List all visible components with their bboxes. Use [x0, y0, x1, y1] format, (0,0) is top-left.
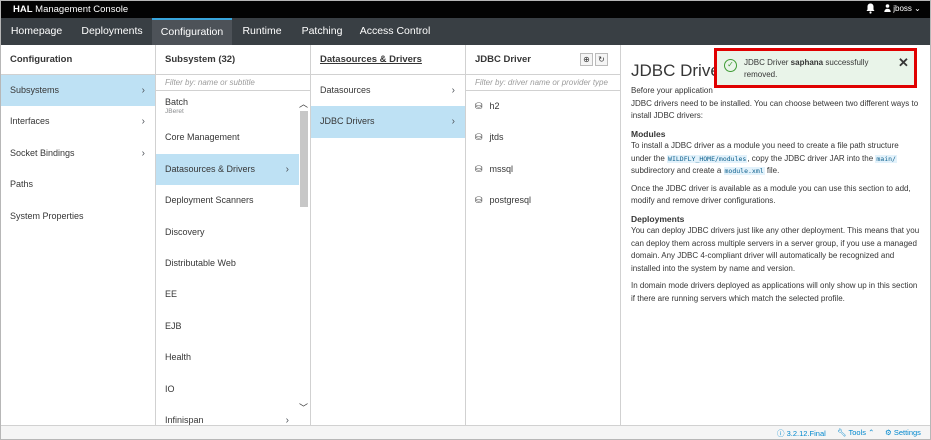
subsystem-column: Subsystem (32) Filter by: name or subtit…: [156, 45, 311, 425]
datasources-column-title[interactable]: Datasources & Drivers: [311, 45, 465, 75]
config-item-paths[interactable]: Paths: [1, 169, 155, 200]
cubes-icon: ⛁: [475, 163, 483, 174]
tab-deployments[interactable]: Deployments: [72, 18, 152, 45]
chevron-right-icon: ›: [285, 163, 289, 175]
modules-heading: Modules: [631, 128, 666, 139]
refresh-button[interactable]: ↻: [595, 53, 608, 66]
bell-icon[interactable]: [866, 3, 876, 15]
main-nav: Homepage Deployments Configuration Runti…: [1, 18, 930, 45]
code-main-dir: main/: [875, 154, 897, 163]
subsystem-item-subtitle: JBeret: [165, 108, 184, 115]
chevron-right-icon: ›: [141, 147, 145, 159]
subsystem-filter-input[interactable]: Filter by: name or subtitle: [156, 75, 310, 91]
datasources-column: Datasources & Drivers Datasources › JDBC …: [311, 45, 466, 425]
scrollbar-thumb[interactable]: [300, 111, 308, 207]
deployments-heading: Deployments: [631, 213, 685, 224]
subsystem-item-distributable-web[interactable]: Distributable Web: [156, 248, 299, 279]
jdbc-filter-input[interactable]: Filter by: driver name or provider type: [466, 75, 620, 91]
chevron-right-icon: ›: [451, 116, 455, 128]
jdbc-driver-item[interactable]: ⛁ mssql: [466, 154, 620, 185]
description-panel: JDBC Drivers Before your application JDBC…: [621, 45, 930, 425]
add-driver-button[interactable]: ⊕: [580, 53, 593, 66]
tab-configuration[interactable]: Configuration: [152, 18, 232, 45]
top-bar: HAL Management Console jboss ⌄: [1, 1, 930, 18]
plus-circle-icon: ⊕: [583, 55, 590, 64]
cubes-icon: ⛁: [475, 132, 483, 143]
subsystem-item-infinispan[interactable]: Infinispan ›: [156, 405, 299, 425]
deployments-paragraph: You can deploy JDBC drivers just like an…: [631, 226, 920, 273]
description-intro: Before your application JDBC drivers need…: [631, 86, 919, 120]
subsystem-item-deployment-scanners[interactable]: Deployment Scanners: [156, 185, 299, 216]
config-item-socket-bindings[interactable]: Socket Bindings ›: [1, 138, 155, 169]
subsystem-list: Batch JBeret Core Management Datasources…: [156, 91, 299, 425]
subsystem-item-ejb[interactable]: EJB: [156, 311, 299, 342]
chevron-up-icon[interactable]: ︿: [299, 97, 308, 110]
config-item-interfaces[interactable]: Interfaces ›: [1, 106, 155, 137]
subsystem-item-health[interactable]: Health: [156, 342, 299, 373]
modules-paragraph-2: Once the JDBC driver is available as a m…: [631, 183, 911, 206]
subsystem-item-datasources-drivers[interactable]: Datasources & Drivers ›: [156, 153, 299, 186]
close-icon[interactable]: ✕: [898, 55, 909, 71]
tab-access-control[interactable]: Access Control: [352, 18, 438, 45]
chevron-right-icon: ›: [141, 85, 145, 96]
deployments-paragraph-2: In domain mode drivers deployed as appli…: [631, 281, 918, 303]
chevron-right-icon: ›: [141, 116, 145, 128]
success-notification: ✓ JDBC Driver saphana successfully remov…: [714, 48, 917, 88]
footer: ⓘ 3.2.12.Final 🔧︎ Tools ⌃ ⚙ Settings: [1, 425, 930, 439]
subsystem-item-discovery[interactable]: Discovery: [156, 217, 299, 248]
cubes-icon: ⛁: [475, 195, 483, 206]
refresh-icon: ↻: [598, 55, 605, 64]
cubes-icon: ⛁: [475, 101, 483, 111]
subsystem-item-batch[interactable]: Batch JBeret: [156, 91, 299, 122]
chevron-right-icon: ›: [451, 85, 455, 96]
jdbc-driver-item[interactable]: ⛁ postgresql: [466, 185, 620, 216]
subsystem-item-ee[interactable]: EE: [156, 279, 299, 310]
config-item-subsystems[interactable]: Subsystems ›: [1, 75, 155, 107]
version-link[interactable]: ⓘ 3.2.12.Final: [777, 428, 826, 439]
code-wildfly-home: WILDFLY_HOME/modules: [667, 154, 748, 163]
subsystem-item-core-management[interactable]: Core Management: [156, 122, 299, 153]
configuration-column: Configuration Subsystems › Interfaces › So…: [1, 45, 156, 425]
gear-icon: ⚙: [885, 428, 892, 437]
tab-runtime[interactable]: Runtime: [232, 18, 292, 45]
brand-logo[interactable]: HAL Management Console: [13, 4, 128, 15]
jdbc-drivers-item[interactable]: JDBC Drivers ›: [311, 106, 465, 138]
tab-patching[interactable]: Patching: [292, 18, 352, 45]
subsystem-item-io[interactable]: IO: [156, 374, 299, 405]
datasources-item[interactable]: Datasources ›: [311, 75, 465, 106]
notification-message: JDBC Driver saphana successfully removed…: [744, 58, 869, 79]
settings-link[interactable]: ⚙ Settings: [885, 428, 921, 437]
info-icon: ⓘ: [777, 429, 785, 438]
code-module-xml: module.xml: [723, 167, 765, 175]
subsystem-column-title: Subsystem (32): [156, 45, 310, 75]
user-icon: [884, 4, 891, 12]
subsystem-scrollbar[interactable]: ︿ ﹀: [299, 97, 309, 421]
jdbc-driver-item[interactable]: ⛁ h2: [466, 91, 620, 122]
chevron-right-icon: ›: [285, 414, 289, 425]
modules-paragraph: To install a JDBC driver as a module you…: [631, 141, 899, 175]
chevron-down-icon[interactable]: ﹀: [299, 401, 308, 414]
tab-homepage[interactable]: Homepage: [1, 18, 72, 45]
tools-menu[interactable]: 🔧︎ Tools ⌃: [837, 428, 874, 437]
user-menu[interactable]: jboss ⌄: [884, 4, 921, 13]
config-item-system-properties[interactable]: System Properties: [1, 201, 155, 232]
check-circle-icon: ✓: [724, 59, 737, 72]
jdbc-driver-column: JDBC Driver Filter by: driver name or pr…: [466, 45, 621, 425]
wrench-icon: 🔧︎: [837, 428, 847, 437]
user-name: jboss ⌄: [893, 4, 921, 13]
jdbc-driver-item[interactable]: ⛁ jtds: [466, 122, 620, 153]
app-window: HAL Management Console jboss ⌄ Homepage …: [0, 0, 931, 440]
configuration-column-title: Configuration: [1, 45, 155, 75]
